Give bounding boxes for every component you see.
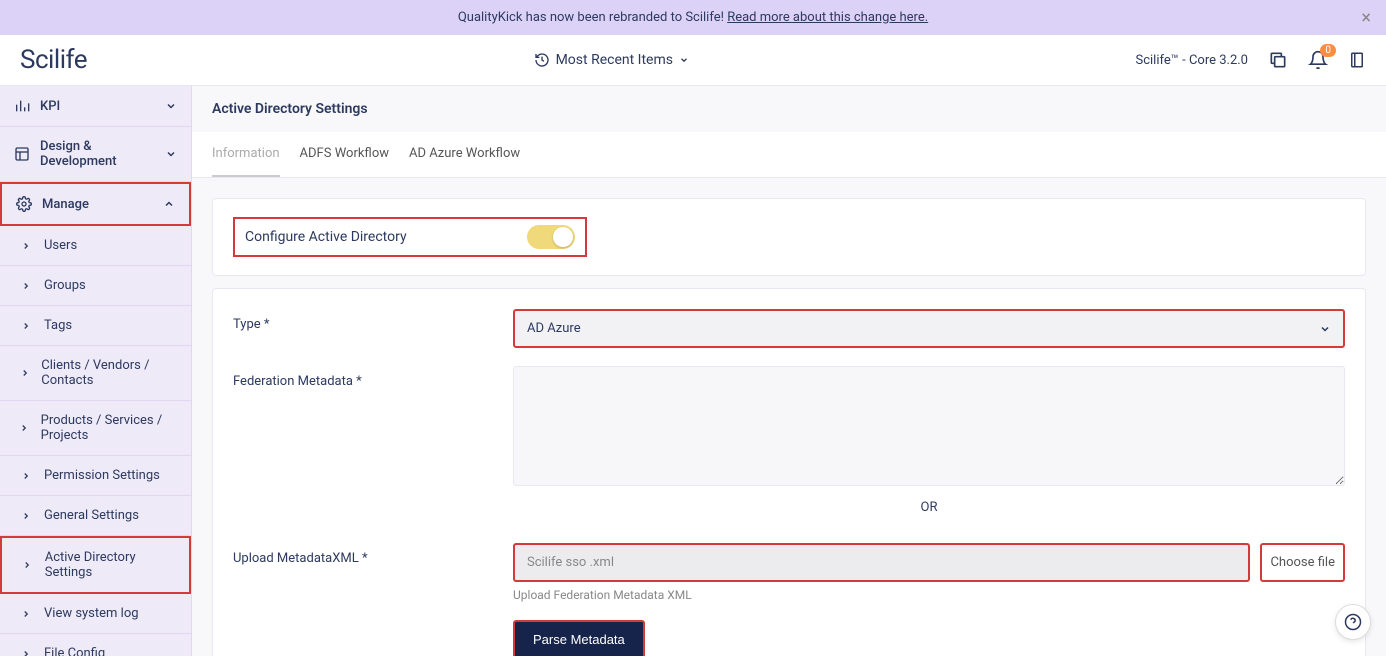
sidebar-item-label: Active Directory Settings (45, 550, 175, 580)
tab-adfs-workflow[interactable]: ADFS Workflow (300, 132, 389, 177)
sidebar-item-tags[interactable]: Tags (0, 306, 191, 346)
sidebar-item-label: Tags (44, 318, 72, 333)
choose-file-button[interactable]: Choose file (1260, 543, 1345, 582)
sidebar-item-label: Groups (44, 278, 86, 293)
sidebar-item-label: Products / Services / Projects (41, 413, 177, 443)
tab-azure-workflow[interactable]: AD Azure Workflow (409, 132, 520, 177)
type-value: AD Azure (527, 321, 581, 336)
sidebar-item-label: Permission Settings (44, 468, 160, 483)
app-header: Scilife Most Recent Items Scilife™ - Cor… (0, 35, 1386, 86)
toggle-knob (553, 227, 573, 247)
chevron-down-icon (165, 148, 177, 160)
sidebar-item-kpi[interactable]: KPI (0, 86, 191, 127)
recent-items-dropdown[interactable]: Most Recent Items (87, 52, 1135, 68)
sidebar-item-users[interactable]: Users (0, 226, 191, 266)
chevron-right-icon (18, 423, 31, 433)
sidebar-item-clients[interactable]: Clients / Vendors / Contacts (0, 346, 191, 401)
tab-bar: Information ADFS Workflow AD Azure Workf… (192, 132, 1386, 178)
upload-helper-text: Upload Federation Metadata XML (513, 588, 1345, 602)
chevron-down-icon (679, 55, 689, 65)
sidebar-item-general[interactable]: General Settings (0, 496, 191, 536)
grid-icon (14, 146, 30, 162)
file-name-display: Scilife sso .xml (513, 543, 1250, 582)
sidebar-item-fileconfig[interactable]: File Config (0, 634, 191, 656)
configure-ad-label: Configure Active Directory (245, 229, 407, 245)
chevron-right-icon (18, 471, 34, 481)
chevron-right-icon (18, 511, 34, 521)
history-icon (534, 52, 550, 68)
sidebar-item-label: Manage (42, 197, 89, 212)
close-icon[interactable]: × (1361, 7, 1371, 28)
chevron-right-icon (18, 368, 31, 378)
chevron-down-icon (1319, 323, 1331, 335)
sidebar-item-design-dev[interactable]: Design & Development (0, 127, 191, 182)
chevron-right-icon (18, 241, 34, 251)
app-logo: Scilife (20, 45, 87, 75)
copy-icon[interactable] (1268, 50, 1288, 70)
sidebar-item-products[interactable]: Products / Services / Projects (0, 401, 191, 456)
sidebar-item-manage[interactable]: Manage (0, 182, 191, 226)
book-icon[interactable] (1348, 50, 1366, 70)
configure-ad-toggle[interactable] (527, 225, 575, 249)
page-title: Active Directory Settings (192, 86, 1386, 132)
sidebar-item-groups[interactable]: Groups (0, 266, 191, 306)
federation-metadata-label: Federation Metadata * (233, 366, 513, 389)
sidebar-item-label: View system log (44, 606, 139, 621)
chevron-right-icon (18, 609, 34, 619)
recent-items-label: Most Recent Items (556, 52, 673, 68)
rebrand-banner: QualityKick has now been rebranded to Sc… (0, 0, 1386, 35)
chart-icon (14, 98, 30, 114)
chevron-right-icon (18, 281, 34, 291)
tab-information[interactable]: Information (212, 132, 280, 177)
sidebar-item-label: Users (44, 238, 77, 253)
sidebar-item-label: KPI (40, 99, 60, 114)
sidebar-item-ad-settings[interactable]: Active Directory Settings (0, 536, 191, 594)
chevron-right-icon (18, 321, 34, 331)
banner-link[interactable]: Read more about this change here. (727, 10, 928, 25)
sidebar-item-label: Design & Development (40, 139, 155, 169)
type-label: Type * (233, 309, 513, 332)
or-divider: OR (513, 500, 1345, 515)
sidebar-item-label: Clients / Vendors / Contacts (41, 358, 177, 388)
chevron-down-icon (165, 100, 177, 112)
sidebar: KPI Design & Development Manage Users Gr… (0, 86, 192, 656)
chevron-up-icon (163, 198, 175, 210)
sidebar-item-syslog[interactable]: View system log (0, 594, 191, 634)
parse-metadata-button[interactable]: Parse Metadata (513, 620, 645, 656)
federation-metadata-textarea[interactable] (513, 366, 1345, 486)
type-select[interactable]: AD Azure (513, 309, 1345, 348)
main-content: Active Directory Settings Information AD… (192, 86, 1386, 656)
chevron-right-icon (20, 560, 35, 570)
notification-badge: 0 (1320, 44, 1336, 57)
help-button[interactable] (1335, 604, 1371, 640)
sidebar-item-label: General Settings (44, 508, 139, 523)
upload-metadata-label: Upload MetadataXML * (233, 543, 513, 566)
sidebar-item-permission[interactable]: Permission Settings (0, 456, 191, 496)
bell-icon[interactable]: 0 (1308, 50, 1328, 70)
banner-text: QualityKick has now been rebranded to Sc… (458, 10, 727, 25)
gear-icon (16, 196, 32, 212)
version-label: Scilife™ - Core 3.2.0 (1136, 53, 1249, 68)
